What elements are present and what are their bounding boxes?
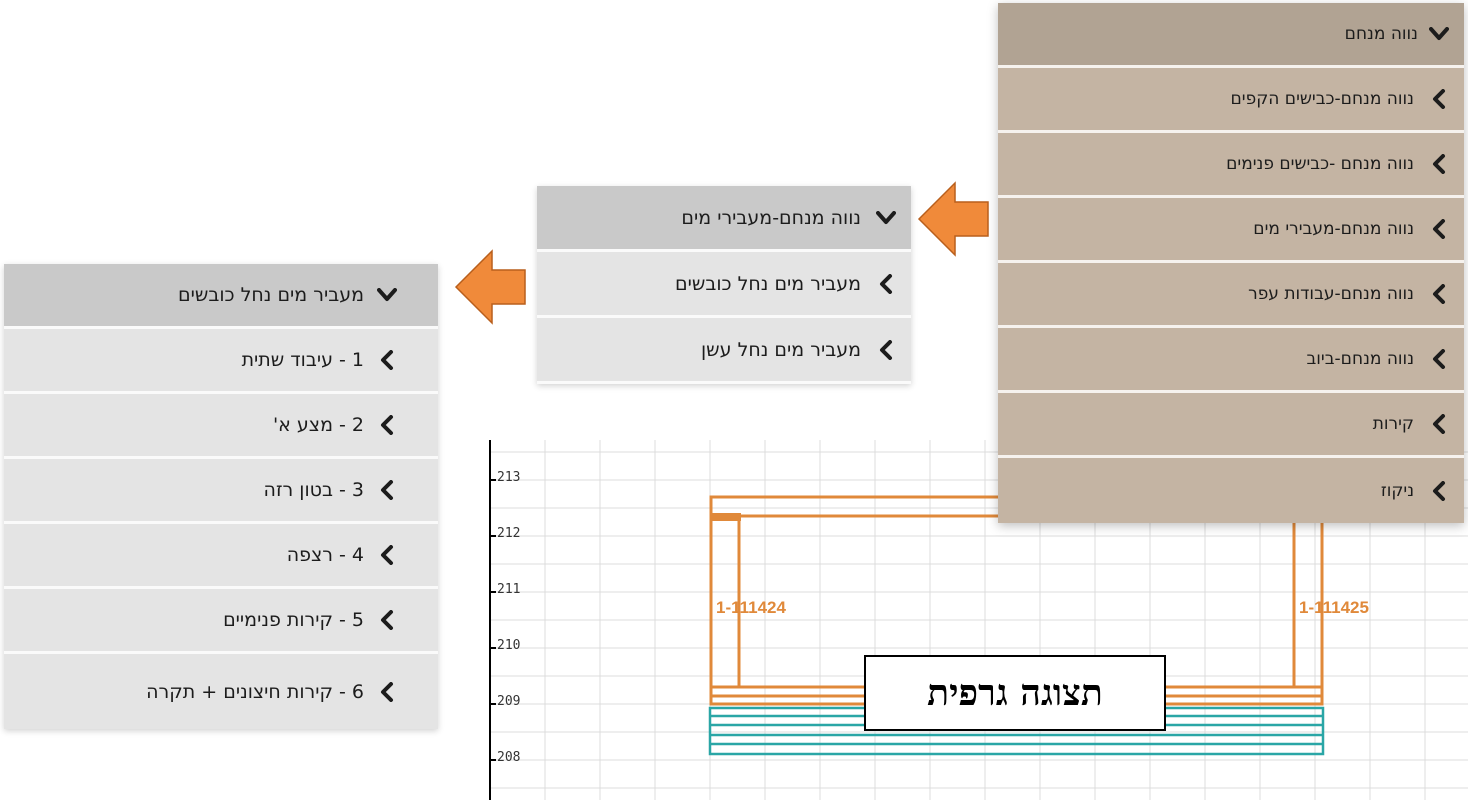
chevron-left-icon: [1428, 413, 1450, 435]
menu-item-label: 2 - מצע א': [272, 414, 364, 436]
menu-header-water-crossings[interactable]: נווה מנחם-מעבירי מים: [537, 186, 911, 252]
chevron-left-icon: [1428, 88, 1450, 110]
chevron-left-icon: [875, 273, 897, 295]
menu-item-label: נווה מנחם -כבישים פנימים: [1226, 154, 1414, 174]
y-tick-label: 211: [497, 582, 521, 597]
menu-header-label: מעביר מים נחל כובשים: [178, 284, 364, 306]
chevron-left-icon: [1428, 153, 1450, 175]
menu-item-label: קירות: [1372, 414, 1414, 434]
menu-item-label: נווה מנחם-מעבירי מים: [1253, 219, 1414, 239]
menu-item[interactable]: 5 - קירות פנימיים: [4, 589, 438, 654]
menu-item[interactable]: 2 - מצע א': [4, 394, 438, 459]
chevron-down-icon: [875, 207, 897, 229]
menu-item[interactable]: 6 - קירות חיצונים + תקרה: [4, 654, 438, 729]
menu-header-neve-menachem[interactable]: נווה מנחם: [998, 3, 1464, 68]
chevron-left-icon: [376, 349, 398, 371]
menu-item[interactable]: נווה מנחם-ביוב: [998, 328, 1464, 393]
chevron-left-icon: [1428, 283, 1450, 305]
element-label[interactable]: 1-111424: [716, 598, 786, 618]
menu-header-label: נווה מנחם-מעבירי מים: [681, 206, 861, 229]
chevron-left-icon: [376, 544, 398, 566]
y-tick-label: 209: [497, 694, 521, 709]
chevron-left-icon: [376, 609, 398, 631]
menu-item-label: מעביר מים נחל עשן: [701, 338, 861, 361]
menu-item[interactable]: 3 - בטון רזה: [4, 459, 438, 524]
menu-item-label: מעביר מים נחל כובשים: [675, 272, 861, 295]
menu-header-label: נווה מנחם: [1344, 24, 1418, 44]
menu-item-label: 1 - עיבוד שתית: [241, 349, 364, 371]
menu-item-label: 6 - קירות חיצונים + תקרה: [146, 680, 364, 703]
chevron-left-icon: [875, 339, 897, 361]
element-label[interactable]: 1-111425: [1299, 598, 1369, 618]
graphic-view-caption: תצוגה גרפית: [864, 655, 1166, 731]
menu-item-label: נווה מנחם-ביוב: [1306, 349, 1414, 369]
menu-item[interactable]: נווה מנחם-כבישים הקפים: [998, 68, 1464, 133]
menu-item-label: 4 - רצפה: [286, 544, 364, 566]
menu-item-label: נווה מנחם-עבודות עפר: [1248, 284, 1414, 304]
chevron-down-icon: [376, 284, 398, 306]
project-menu: נווה מנחם נווה מנחם-כבישים הקפים נווה מנ…: [998, 3, 1464, 523]
menu-item-label: ניקוז: [1380, 480, 1414, 501]
y-tick-label: 213: [497, 470, 521, 485]
menu-item[interactable]: מעביר מים נחל כובשים: [537, 252, 911, 318]
arrow-left-icon: [454, 249, 526, 325]
menu-item[interactable]: מעביר מים נחל עשן: [537, 318, 911, 384]
menu-item[interactable]: 1 - עיבוד שתית: [4, 329, 438, 394]
menu-item[interactable]: נווה מנחם-מעבירי מים: [998, 198, 1464, 263]
chevron-left-icon: [376, 479, 398, 501]
menu-item-label: 3 - בטון רזה: [263, 479, 364, 501]
menu-item-label: 5 - קירות פנימיים: [223, 609, 364, 631]
y-tick-label: 212: [497, 526, 521, 541]
chevron-left-icon: [1428, 218, 1450, 240]
chevron-left-icon: [376, 681, 398, 703]
culvert-stages-menu: מעביר מים נחל כובשים 1 - עיבוד שתית 2 - …: [4, 264, 438, 729]
menu-item[interactable]: נווה מנחם -כבישים פנימים: [998, 133, 1464, 198]
chevron-left-icon: [1428, 480, 1450, 502]
chevron-left-icon: [1428, 348, 1450, 370]
menu-item[interactable]: נווה מנחם-עבודות עפר: [998, 263, 1464, 328]
chevron-down-icon: [1428, 23, 1450, 45]
water-crossings-menu: נווה מנחם-מעבירי מים מעביר מים נחל כובשי…: [537, 186, 911, 384]
y-tick-label: 210: [497, 638, 521, 653]
menu-item[interactable]: קירות: [998, 393, 1464, 458]
chevron-left-icon: [376, 414, 398, 436]
arrow-left-icon: [917, 181, 989, 257]
y-tick-label: 208: [497, 750, 521, 765]
menu-header-culvert[interactable]: מעביר מים נחל כובשים: [4, 264, 438, 329]
menu-item[interactable]: ניקוז: [998, 458, 1464, 523]
menu-item[interactable]: 4 - רצפה: [4, 524, 438, 589]
menu-item-label: נווה מנחם-כבישים הקפים: [1230, 89, 1414, 109]
